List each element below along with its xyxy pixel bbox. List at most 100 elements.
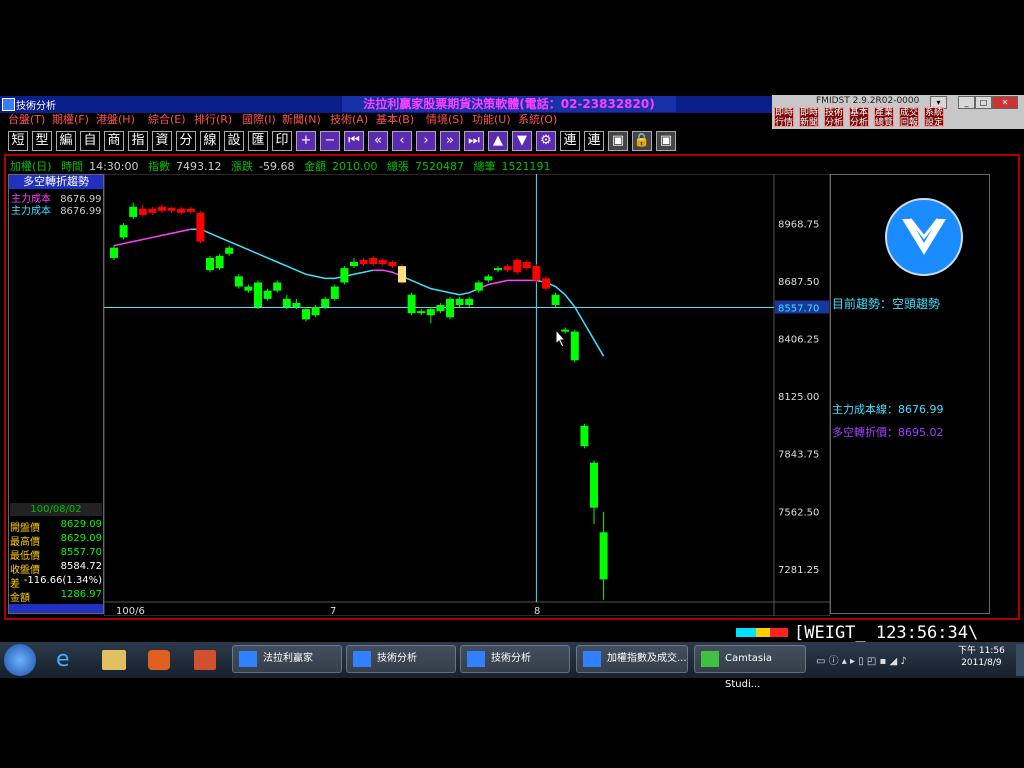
menu-item[interactable]: 台盤(T) xyxy=(8,113,45,126)
candle-body xyxy=(340,268,349,283)
skip-end-icon[interactable]: ⏭ xyxy=(464,131,484,151)
amount-label: 金額 xyxy=(303,160,326,173)
y-tick-label: 7562.50 xyxy=(778,507,819,518)
tools-icon[interactable]: ▣ xyxy=(656,131,676,151)
toolbar-button[interactable]: 短 xyxy=(8,131,28,151)
quick-button[interactable]: 系統設定 xyxy=(924,107,944,128)
tray-clock[interactable]: 下午 11:56 2011/8/9 xyxy=(958,645,1005,669)
quick-button[interactable]: 即時新聞 xyxy=(799,107,819,128)
quick-button[interactable]: 成交回報 xyxy=(899,107,919,128)
toolbar-button[interactable]: 線 xyxy=(200,131,220,151)
tray-time: 下午 11:56 xyxy=(958,646,1005,656)
ohlc-value: 8557.70 xyxy=(60,547,102,558)
taskbar-task[interactable]: Camtasia Studi... xyxy=(694,645,806,690)
candle-body xyxy=(522,262,531,269)
menu-item[interactable]: 技術(A) xyxy=(330,113,368,126)
ohlc-row: 開盤價 8629.09 xyxy=(10,519,102,534)
task-app-icon xyxy=(353,651,371,667)
menu-item[interactable]: 基本(B) xyxy=(376,113,414,126)
toolbar-button[interactable]: 匯 xyxy=(248,131,268,151)
task-label: 法拉利贏家 xyxy=(263,653,313,664)
menu-item[interactable]: 功能(U) xyxy=(472,113,511,126)
candle-body xyxy=(580,425,589,447)
candle-body xyxy=(446,298,454,318)
lock-icon[interactable]: 🔒 xyxy=(632,131,652,151)
up-icon[interactable]: ▲ xyxy=(488,131,508,151)
ie-icon[interactable]: e xyxy=(56,648,80,672)
y-tick-label: 8557.70 xyxy=(778,304,819,315)
window-title: 技術分析 xyxy=(16,101,56,112)
tray-date: 2011/8/9 xyxy=(961,658,1002,668)
candle-body xyxy=(167,207,176,211)
taskbar-task[interactable]: 技術分析 xyxy=(460,645,570,673)
toolbar-button[interactable]: 設 xyxy=(224,131,244,151)
panel-scrollbar[interactable] xyxy=(9,604,103,613)
candle-body xyxy=(215,255,224,269)
menu-item[interactable]: 系統(O) xyxy=(518,113,557,126)
taskbar-task[interactable]: 法拉利贏家 xyxy=(232,645,342,673)
menu-item[interactable]: 排行(R) xyxy=(194,113,232,126)
symbol-label: 加權(日) xyxy=(10,160,52,173)
skip-back-icon[interactable]: ⏮ xyxy=(344,131,364,151)
candle-body xyxy=(369,257,378,265)
screen-icon[interactable]: ▣ xyxy=(608,131,628,151)
start-button-icon[interactable] xyxy=(4,644,36,676)
next-icon[interactable]: › xyxy=(416,131,436,151)
menu-item[interactable]: 新聞(N) xyxy=(282,113,321,126)
toolbar-button[interactable]: 自 xyxy=(80,131,100,151)
folder-icon[interactable] xyxy=(102,650,126,670)
fast-forward-icon[interactable]: » xyxy=(440,131,460,151)
volume-label: 總張 xyxy=(386,160,409,173)
candlestick-chart[interactable]: 8968.75 8687.50 8557.70 8406.25 8125.00 7843.… xyxy=(104,174,830,616)
task-label: Camtasia Studi... xyxy=(725,653,773,690)
count-label: 總筆 xyxy=(473,160,496,173)
ohlc-value: 8629.09 xyxy=(60,519,102,530)
candle-body xyxy=(225,247,234,254)
menu-item[interactable]: 國際(I) xyxy=(242,113,276,126)
panel-title[interactable]: 多空轉折趨勢 xyxy=(9,175,103,189)
taskbar-task[interactable]: 加權指數及成交... xyxy=(576,645,688,673)
index-value: 7493.12 xyxy=(176,160,222,173)
down-icon[interactable]: ▼ xyxy=(512,131,532,151)
menu-item[interactable]: 港盤(H) xyxy=(96,113,135,126)
toolbar-button[interactable]: 連 xyxy=(584,131,604,151)
toolbar-button[interactable]: 指 xyxy=(128,131,148,151)
prev-icon[interactable]: ‹ xyxy=(392,131,412,151)
toolbar-button[interactable]: 資 xyxy=(152,131,172,151)
toolbar-button[interactable]: 編 xyxy=(56,131,76,151)
quick-button[interactable]: 基本分析 xyxy=(849,107,869,128)
tray-icons[interactable]: ▭ ⓘ ▴ ▸ ▯ ◰ ▪ ◢ ♪ xyxy=(816,652,907,667)
taskbar-task[interactable]: 技術分析 xyxy=(346,645,456,673)
toolbar-button[interactable]: 分 xyxy=(176,131,196,151)
toolbar-button[interactable]: 型 xyxy=(32,131,52,151)
show-desktop-button[interactable] xyxy=(1016,644,1024,676)
candle-body xyxy=(494,268,502,271)
media-player-icon[interactable] xyxy=(148,650,170,670)
y-tick-label: 8406.25 xyxy=(778,335,819,346)
amount-value: 2010.00 xyxy=(331,160,378,173)
quick-button[interactable]: 即時行情 xyxy=(774,107,794,128)
maximize-button[interactable]: □ xyxy=(975,96,992,109)
candle-body xyxy=(455,298,464,305)
toolbar-button[interactable]: 商 xyxy=(104,131,124,151)
candle-body xyxy=(426,309,435,316)
minimize-button[interactable]: _ xyxy=(958,96,975,109)
toolbar-button[interactable]: 印 xyxy=(272,131,292,151)
menu-item[interactable]: 期權(F) xyxy=(52,113,89,126)
app-shortcut-icon[interactable] xyxy=(194,650,216,670)
minus-icon[interactable]: − xyxy=(320,131,340,151)
toolbar-button[interactable]: 連 xyxy=(560,131,580,151)
settings-icon[interactable]: ⚙ xyxy=(536,131,556,151)
menu-item[interactable]: 綜合(E) xyxy=(148,113,186,126)
plus-icon[interactable]: + xyxy=(296,131,316,151)
candle-body xyxy=(321,298,330,308)
down-trend-logo-icon xyxy=(885,198,963,276)
rewind-icon[interactable]: « xyxy=(368,131,388,151)
ohlc-label: 金額 xyxy=(10,593,30,604)
menu-item[interactable]: 情境(S) xyxy=(426,113,464,126)
quick-button[interactable]: 產業總覽 xyxy=(874,107,894,128)
close-button[interactable]: ✕ xyxy=(992,96,1018,109)
quick-button[interactable]: 技術分析 xyxy=(824,107,844,128)
index-label: 指數 xyxy=(148,160,170,173)
weight-clock: [WEIGT_ 123:56:34\ xyxy=(794,623,979,643)
